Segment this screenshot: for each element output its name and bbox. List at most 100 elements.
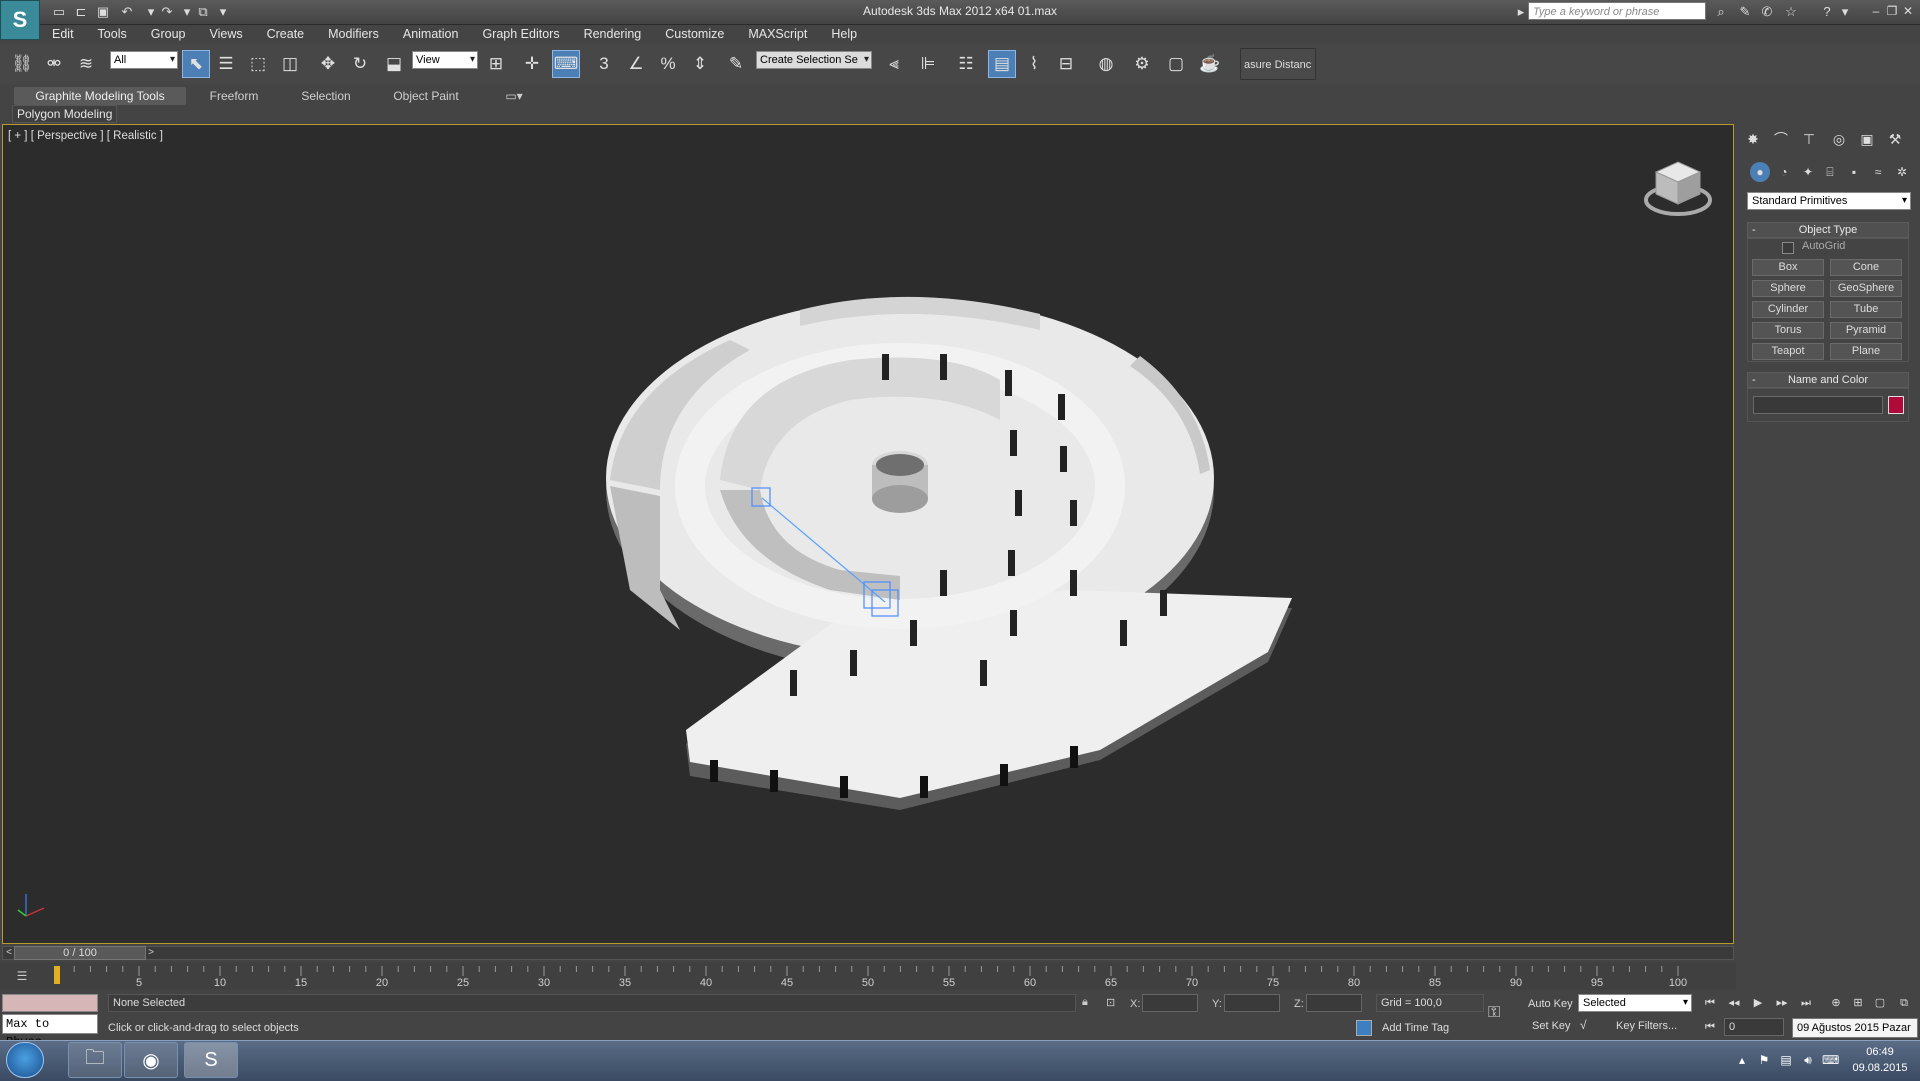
measure-distance-toolbar[interactable]: asure Distanc	[1240, 48, 1316, 80]
tube-button[interactable]: Tube	[1830, 301, 1902, 318]
menu-graph-editors[interactable]: Graph Editors	[470, 24, 571, 44]
polygon-modeling-panel[interactable]: Polygon Modeling	[12, 105, 118, 123]
keyboard-shortcut-override-icon[interactable]: ⌨	[552, 50, 580, 78]
rectangular-selection-icon[interactable]: ⬚	[244, 50, 272, 78]
utilities-panel-icon[interactable]: ⚒	[1884, 128, 1906, 150]
ribbon-options-icon[interactable]: ▭▾	[500, 87, 528, 105]
plane-button[interactable]: Plane	[1830, 343, 1902, 360]
layer-manager-icon[interactable]: ☷	[952, 50, 980, 78]
x-coordinate-field[interactable]	[1142, 994, 1198, 1012]
clock-date[interactable]: 09.08.2015	[1850, 1062, 1910, 1074]
subscription-icon[interactable]: ✎	[1736, 3, 1754, 21]
geometry-icon[interactable]: ●	[1750, 162, 1770, 182]
move-icon[interactable]: ✥	[314, 50, 342, 78]
select-object-icon[interactable]: ⬉	[182, 50, 210, 78]
key-mode-toggle-icon[interactable]: ⏮	[1700, 1018, 1720, 1036]
minimize-icon[interactable]: –	[1868, 2, 1884, 20]
play-icon[interactable]: ▶	[1748, 994, 1768, 1012]
cameras-icon[interactable]: ⌸	[1820, 162, 1840, 182]
maxscript-input[interactable]: Max to Physc.	[2, 1014, 98, 1049]
pyramid-button[interactable]: Pyramid	[1830, 322, 1902, 339]
pivot-center-icon[interactable]: ⊞	[482, 50, 510, 78]
box-button[interactable]: Box	[1752, 259, 1824, 276]
object-color-swatch[interactable]	[1888, 396, 1904, 414]
set-key-button[interactable]: Set Key	[1532, 1020, 1571, 1032]
torus-button[interactable]: Torus	[1752, 322, 1824, 339]
tab-selection[interactable]: Selection	[290, 87, 362, 105]
hierarchy-panel-icon[interactable]: ⊤	[1798, 128, 1820, 150]
close-icon[interactable]: ✕	[1900, 2, 1916, 20]
auto-key-button[interactable]: Auto Key	[1528, 998, 1573, 1010]
cylinder-button[interactable]: Cylinder	[1752, 301, 1824, 318]
file-explorer-icon[interactable]: 🗀︎	[68, 1042, 122, 1078]
help-icon[interactable]: ?	[1818, 3, 1836, 21]
time-slider-track[interactable]	[2, 946, 1734, 960]
name-and-color-rollout[interactable]: - Name and Color	[1747, 372, 1909, 388]
network-icon[interactable]: ▤	[1778, 1052, 1794, 1068]
menu-animation[interactable]: Animation	[391, 24, 471, 44]
mirror-icon[interactable]: ⫷	[880, 50, 908, 78]
object-type-rollout[interactable]: - Object Type	[1747, 222, 1909, 238]
field-of-view-icon[interactable]: ▢	[1870, 994, 1890, 1012]
render-setup-icon[interactable]: ⚙	[1128, 50, 1156, 78]
lights-icon[interactable]: ✦	[1798, 162, 1818, 182]
binoculars-icon[interactable]: ⌕	[1712, 3, 1730, 21]
sphere-button[interactable]: Sphere	[1752, 280, 1824, 297]
lock-selection-icon[interactable]: 🔒︎	[1082, 996, 1096, 1010]
communication-icon[interactable]: ✆	[1758, 3, 1776, 21]
maxscript-mini-listener[interactable]	[2, 994, 98, 1012]
menu-group[interactable]: Group	[139, 24, 198, 44]
teapot-button[interactable]: Teapot	[1752, 343, 1824, 360]
space-warps-icon[interactable]: ≈	[1868, 162, 1888, 182]
y-coordinate-field[interactable]	[1224, 994, 1280, 1012]
link-icon[interactable]: ⛓	[8, 50, 36, 78]
viewcube-icon[interactable]	[1642, 154, 1714, 226]
key-mode-select[interactable]: Selected	[1578, 994, 1692, 1012]
systems-icon[interactable]: ✲	[1892, 162, 1912, 182]
favorites-star-icon[interactable]: ☆	[1782, 3, 1800, 21]
menu-views[interactable]: Views	[197, 24, 254, 44]
time-next-arrow[interactable]: >	[146, 946, 156, 960]
motion-panel-icon[interactable]: ◎	[1828, 128, 1850, 150]
floor-plan-model[interactable]	[600, 290, 1300, 850]
display-panel-icon[interactable]: ▣	[1856, 128, 1878, 150]
tab-graphite-modeling-tools[interactable]: Graphite Modeling Tools	[14, 87, 186, 105]
menu-create[interactable]: Create	[255, 24, 317, 44]
absolute-mode-icon[interactable]: ⊡	[1106, 996, 1120, 1010]
z-coordinate-field[interactable]	[1306, 994, 1362, 1012]
action-center-icon[interactable]: ⚑	[1756, 1052, 1772, 1068]
chrome-icon[interactable]: ◉	[124, 1042, 178, 1078]
menu-rendering[interactable]: Rendering	[572, 24, 654, 44]
add-time-tag[interactable]: Add Time Tag	[1382, 1022, 1449, 1034]
menu-customize[interactable]: Customize	[653, 24, 736, 44]
tab-freeform[interactable]: Freeform	[196, 87, 272, 105]
next-frame-icon[interactable]: ▸▸	[1772, 994, 1792, 1012]
default-in-out-tangent-icon[interactable]: √	[1580, 1018, 1598, 1036]
menu-tools[interactable]: Tools	[86, 24, 139, 44]
bind-space-warp-icon[interactable]: ≋	[72, 50, 100, 78]
primitive-category-select[interactable]: Standard Primitives	[1747, 192, 1911, 210]
snaps-toggle-icon[interactable]: 3	[590, 50, 618, 78]
geosphere-button[interactable]: GeoSphere	[1830, 280, 1902, 297]
time-tag-icon[interactable]	[1356, 1020, 1372, 1036]
curve-editor-icon[interactable]: ⌇	[1020, 50, 1048, 78]
render-production-icon[interactable]: ☕	[1196, 50, 1224, 78]
rendered-frame-window-icon[interactable]: ▢	[1162, 50, 1190, 78]
zoom-extents-icon[interactable]: ⊕	[1826, 994, 1846, 1012]
clock-time[interactable]: 06:49	[1850, 1046, 1910, 1058]
rotate-icon[interactable]: ↻	[346, 50, 374, 78]
select-by-name-icon[interactable]: ☰	[212, 50, 240, 78]
3ds-max-task-icon[interactable]: S	[184, 1042, 238, 1078]
shapes-icon[interactable]: ◔	[1774, 162, 1794, 182]
graphite-toggle-icon[interactable]: ▤	[988, 50, 1016, 78]
mini-curve-editor-icon[interactable]: ☰	[12, 966, 32, 986]
spinner-snap-icon[interactable]: ⇕	[686, 50, 714, 78]
key-filters-button[interactable]: Key Filters...	[1616, 1020, 1677, 1032]
helpers-icon[interactable]: ▪	[1844, 162, 1864, 182]
maximize-viewport-icon[interactable]: ⧉	[1894, 994, 1914, 1012]
volume-icon[interactable]: 🔊︎	[1800, 1052, 1816, 1068]
previous-frame-icon[interactable]: ◂◂	[1724, 994, 1744, 1012]
select-manipulate-icon[interactable]: ✛	[518, 50, 546, 78]
menu-edit[interactable]: Edit	[40, 24, 86, 44]
tray-expand-icon[interactable]: ▴	[1734, 1052, 1750, 1068]
